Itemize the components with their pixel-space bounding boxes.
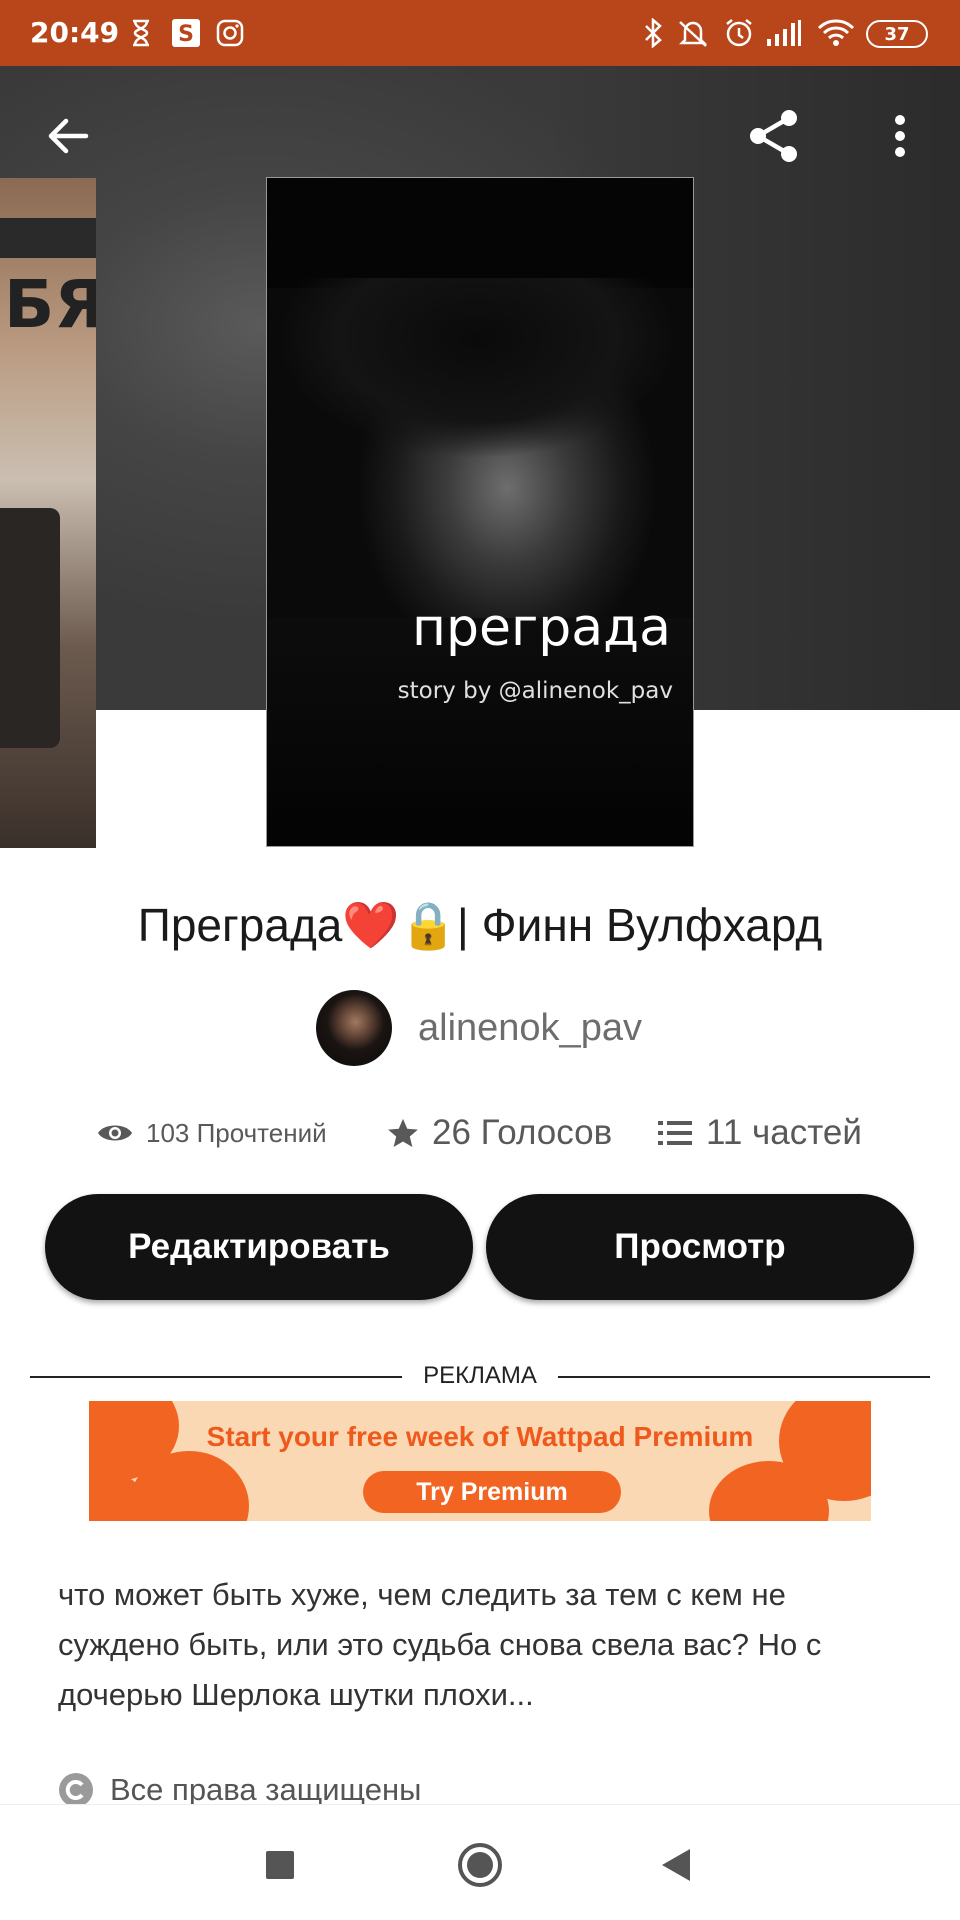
- parts-stat: 11 частей: [658, 1108, 862, 1158]
- more-vert-icon[interactable]: [868, 104, 932, 168]
- votes-stat: 26 Голосов: [386, 1108, 612, 1158]
- list-icon: [658, 1121, 692, 1145]
- copyright-text: Все права защищены: [110, 1772, 422, 1807]
- ad-label: РЕКЛАМА: [423, 1362, 537, 1389]
- recent-apps-icon[interactable]: [250, 1835, 310, 1895]
- bluetooth-icon: [640, 16, 666, 50]
- author-row[interactable]: alinenok_pav: [316, 990, 642, 1066]
- avatar[interactable]: [316, 990, 392, 1066]
- svg-text:S: S: [178, 22, 194, 47]
- cover-band: [0, 218, 96, 258]
- cover-subtitle: story by @alinenok_pav: [397, 678, 673, 704]
- instagram-icon: [214, 16, 246, 50]
- system-nav-bar: [0, 1804, 960, 1920]
- status-time: 20:49: [30, 16, 120, 49]
- story-cover[interactable]: преграда story by @alinenok_pav: [266, 177, 694, 847]
- share-icon[interactable]: [742, 104, 806, 168]
- s-app-icon: S: [170, 16, 202, 50]
- back-icon[interactable]: [646, 1835, 706, 1895]
- wifi-icon: [816, 16, 856, 50]
- hourglass-icon: [128, 16, 154, 50]
- cover-text-fragment: БЯ: [4, 266, 96, 343]
- cover-title: преграда: [411, 598, 671, 658]
- cover-figure: [0, 508, 60, 748]
- home-icon[interactable]: [450, 1835, 510, 1895]
- view-button[interactable]: Просмотр: [486, 1194, 914, 1300]
- eye-icon: [98, 1125, 132, 1141]
- story-stats: 103 Прочтений 26 Голосов 11 частей: [0, 1108, 960, 1158]
- alarm-icon: [722, 16, 756, 50]
- ad-banner[interactable]: Start your free week of Wattpad Premium …: [89, 1401, 871, 1521]
- reads-count: 103 Прочтений: [146, 1117, 327, 1148]
- edit-button[interactable]: Редактировать: [45, 1194, 473, 1300]
- star-icon: [388, 1118, 418, 1148]
- battery-icon: 37: [866, 20, 928, 48]
- back-arrow-icon[interactable]: [36, 104, 100, 168]
- ad-headline: Start your free week of Wattpad Premium: [206, 1421, 754, 1452]
- cover-photo-shadow: [277, 278, 677, 478]
- parts-count: 11 частей: [706, 1113, 862, 1152]
- signal-icon: [766, 16, 802, 50]
- try-premium-button[interactable]: Try Premium: [363, 1471, 621, 1513]
- copyright-icon: [59, 1773, 93, 1807]
- votes-count: 26 Голосов: [432, 1113, 613, 1152]
- previous-story-cover[interactable]: БЯ: [0, 178, 96, 848]
- ad-divider: РЕКЛАМА: [30, 1362, 930, 1392]
- author-name[interactable]: alinenok_pav: [418, 1007, 642, 1050]
- reads-stat: 103 Прочтений: [96, 1108, 327, 1158]
- mute-icon: [676, 16, 710, 50]
- status-bar: 20:49 S 37: [0, 0, 960, 66]
- story-description: что может быть хуже, чем следить за тем …: [58, 1577, 822, 1712]
- story-title: Преграда❤️🔒| Финн Вулфхард: [137, 899, 823, 951]
